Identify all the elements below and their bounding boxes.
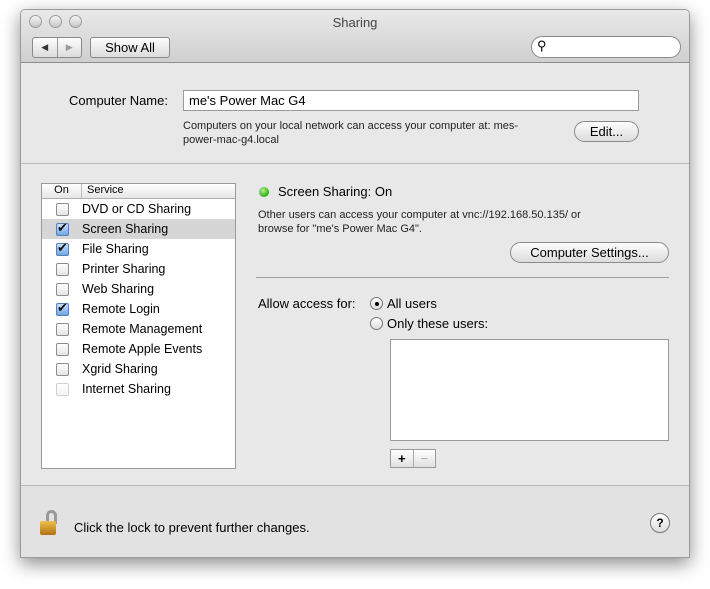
radio-selected-icon (370, 297, 383, 310)
access-description: Other users can access your computer at … (258, 208, 581, 236)
service-row[interactable]: Remote Apple Events (42, 339, 235, 359)
divider (256, 277, 669, 278)
service-label: Screen Sharing (82, 222, 169, 236)
edit-button[interactable]: Edit... (574, 121, 639, 142)
service-row[interactable]: DVD or CD Sharing (42, 199, 235, 219)
service-list: On Service DVD or CD Sharing Screen Shari… (41, 183, 236, 469)
help-button[interactable]: ? (650, 513, 670, 533)
toolbar: Sharing ◀ ▶ Show All ⚲ (21, 10, 689, 63)
radio-label: Only these users: (387, 316, 489, 331)
remove-user-button[interactable]: − (414, 450, 436, 467)
all-users-radio[interactable]: All users (370, 296, 437, 311)
service-label: Remote Login (82, 302, 160, 316)
service-row[interactable]: Internet Sharing (42, 379, 235, 399)
add-remove-buttons: + − (390, 449, 436, 468)
service-checkbox[interactable] (56, 262, 69, 276)
service-row[interactable]: Xgrid Sharing (42, 359, 235, 379)
service-row[interactable]: Printer Sharing (42, 259, 235, 279)
show-all-button[interactable]: Show All (90, 37, 170, 58)
allow-access-label: Allow access for: (258, 296, 356, 311)
service-label: Remote Apple Events (82, 342, 203, 356)
service-checkbox[interactable] (56, 382, 69, 396)
back-button[interactable]: ◀ (33, 38, 58, 57)
computer-name-section: Computer Name: me's Power Mac G4 Compute… (21, 64, 689, 164)
network-address-info: Computers on your local network can acce… (183, 119, 518, 147)
service-checkbox[interactable] (56, 202, 69, 216)
window-title: Sharing (332, 15, 378, 30)
footer-bar: Click the lock to prevent further change… (21, 485, 689, 557)
column-service[interactable]: Service (82, 184, 124, 198)
service-label: Xgrid Sharing (82, 362, 158, 376)
search-icon: ⚲ (537, 38, 547, 53)
computer-name-label: Computer Name: (69, 93, 168, 108)
status-text: Screen Sharing: On (278, 184, 393, 199)
radio-icon (370, 317, 383, 330)
service-row[interactable]: Remote Management (42, 319, 235, 339)
service-checkbox[interactable] (56, 240, 69, 256)
add-user-button[interactable]: + (391, 450, 414, 467)
nav-buttons: ◀ ▶ (32, 37, 82, 58)
lock-text: Click the lock to prevent further change… (74, 520, 310, 535)
radio-label: All users (387, 296, 437, 311)
sharing-window: Sharing ◀ ▶ Show All ⚲ Computer Name: me… (20, 9, 690, 558)
status-indicator-icon (259, 187, 269, 197)
service-checkbox[interactable] (56, 282, 69, 296)
service-checkbox[interactable] (56, 322, 69, 336)
service-label: Remote Management (82, 322, 203, 336)
service-checkbox[interactable] (56, 220, 69, 236)
list-header: On Service (42, 184, 235, 199)
service-label: Printer Sharing (82, 262, 166, 276)
forward-button[interactable]: ▶ (58, 38, 82, 57)
service-label: DVD or CD Sharing (82, 202, 192, 216)
search-input[interactable]: ⚲ (531, 36, 681, 58)
service-row[interactable]: Web Sharing (42, 279, 235, 299)
computer-name-field[interactable]: me's Power Mac G4 (183, 90, 639, 111)
service-label: Web Sharing (82, 282, 155, 296)
service-label: File Sharing (82, 242, 149, 256)
lock-icon[interactable] (40, 510, 58, 536)
service-checkbox[interactable] (56, 342, 69, 356)
service-row[interactable]: Remote Login (42, 299, 235, 319)
service-checkbox[interactable] (56, 300, 69, 316)
info-line: Computers on your local network can acce… (183, 120, 519, 132)
service-label: Internet Sharing (82, 382, 171, 396)
service-row[interactable]: Screen Sharing (42, 219, 235, 239)
desc-line: browse for "me's Power Mac G4". (258, 223, 422, 235)
users-list[interactable] (390, 339, 669, 441)
service-checkbox[interactable] (56, 362, 69, 376)
only-these-users-radio[interactable]: Only these users: (370, 316, 488, 331)
column-on[interactable]: On (42, 184, 82, 198)
service-row[interactable]: File Sharing (42, 239, 235, 259)
computer-settings-button[interactable]: Computer Settings... (510, 242, 669, 263)
desc-line: Other users can access your computer at … (258, 209, 581, 221)
info-line: power-mac-g4.local (183, 134, 279, 146)
